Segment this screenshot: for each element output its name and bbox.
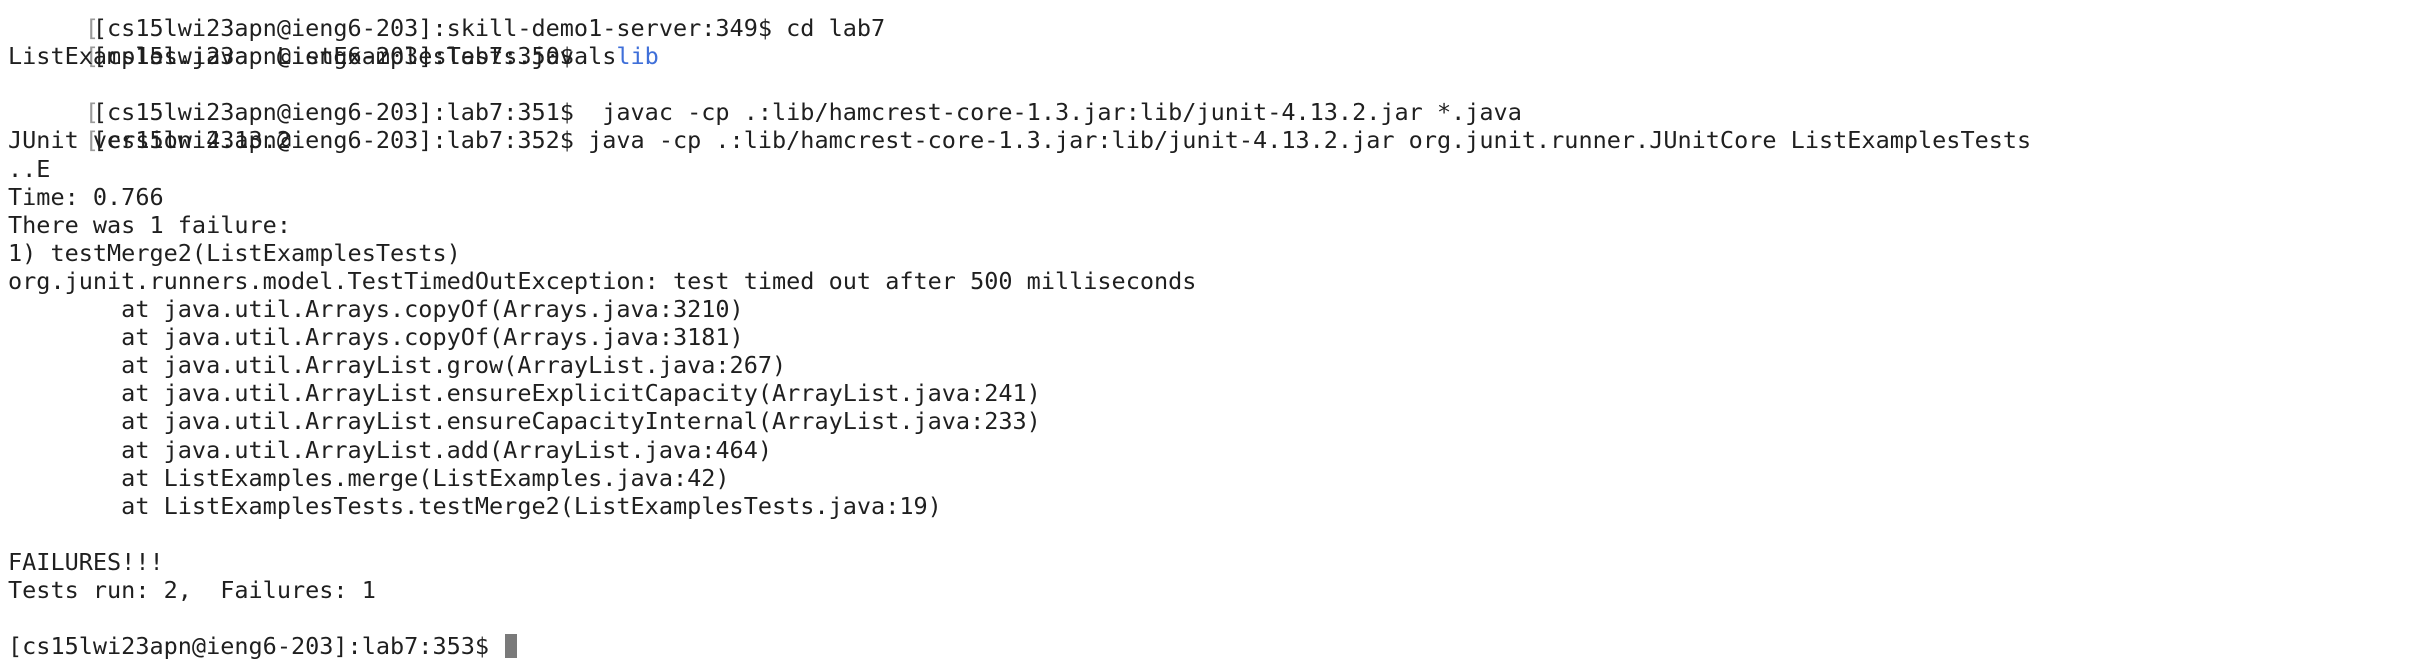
output-line: JUnit version 4.13.2 xyxy=(8,126,291,155)
cursor-block[interactable] xyxy=(505,634,518,659)
ls-output-line: ListExamples.java ListExamplesTests.java… xyxy=(0,42,2031,70)
output-line: org.junit.runners.model.TestTimedOutExce… xyxy=(8,266,1197,295)
ls-directory: lib xyxy=(616,42,659,71)
ls-file: ListExamplesTests.java xyxy=(276,42,589,71)
stack-trace-line: at java.util.Arrays.copyOf(Arrays.java:3… xyxy=(8,323,744,352)
stack-trace-line: at java.util.ArrayList.grow(ArrayList.ja… xyxy=(8,351,787,380)
output-line: ..E xyxy=(8,154,51,183)
terminal-line-351: [[cs15lwi23apn@ieng6-203]:lab7:351$ java… xyxy=(0,70,2031,126)
output-line: 1) testMerge2(ListExamplesTests) xyxy=(8,238,461,267)
output-line: FAILURES!!! xyxy=(8,547,164,576)
current-prompt: [cs15lwi23apn@ieng6-203]:lab7:353$ xyxy=(8,632,504,661)
terminal-window[interactable]: [[cs15lwi23apn@ieng6-203]:skill-demo1-se… xyxy=(0,0,2418,666)
ls-file: ListExamples.java xyxy=(8,42,249,71)
terminal-line-350: [[cs15lwi23apn@ieng6-203]:lab7:350$ ls xyxy=(0,14,2031,70)
terminal-line-352: [[cs15lwi23apn@ieng6-203]:lab7:352$ java… xyxy=(0,98,2031,154)
stack-trace-line: at java.util.ArrayList.ensureExplicitCap… xyxy=(8,379,1041,408)
stack-trace-line: at ListExamplesTests.testMerge2(ListExam… xyxy=(8,491,942,520)
terminal-output: [[cs15lwi23apn@ieng6-203]:skill-demo1-se… xyxy=(0,0,2031,660)
output-line: Tests run: 2, Failures: 1 xyxy=(8,575,376,604)
terminal-line-353[interactable]: [cs15lwi23apn@ieng6-203]:lab7:353$ xyxy=(0,632,2031,660)
stack-trace-line: at java.util.ArrayList.add(ArrayList.jav… xyxy=(8,435,773,464)
stack-trace-line: at ListExamples.merge(ListExamples.java:… xyxy=(8,463,730,492)
stack-trace-line: at java.util.Arrays.copyOf(Arrays.java:3… xyxy=(8,295,744,324)
output-line: Time: 0.766 xyxy=(8,182,164,211)
output-line: There was 1 failure: xyxy=(8,210,291,239)
terminal-line-partial: [[cs15lwi23apn@ieng6-203]:skill-demo1-se… xyxy=(0,0,2031,42)
stack-trace-line: at java.util.ArrayList.ensureCapacityInt… xyxy=(8,407,1041,436)
